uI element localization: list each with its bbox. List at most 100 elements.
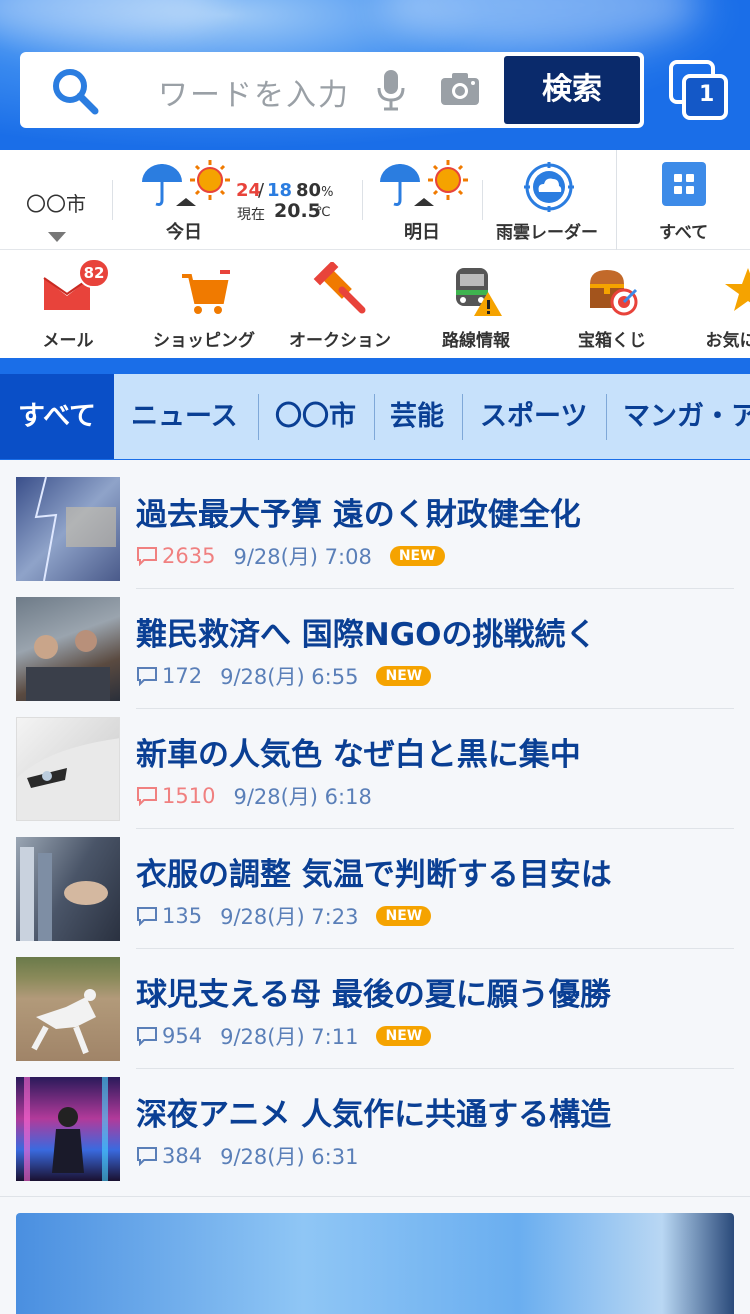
news-thumbnail [16,837,120,941]
train-alert-icon [456,268,502,316]
service-shopping[interactable]: ショッピング [136,250,272,358]
divider [0,1196,750,1197]
news-meta: 1510 9/28(月) 6:18 [136,783,372,809]
divider-band [0,358,750,374]
search-input[interactable]: ワードを入力 [158,70,350,114]
comment-count: 384 [162,1144,203,1168]
news-meta: 135 9/28(月) 7:23 NEW [136,903,432,929]
service-label: 路線情報 [442,331,510,351]
service-label: メール [42,331,94,351]
news-meta: 2635 9/28(月) 7:08 NEW [136,543,445,569]
comment-icon [137,787,157,806]
news-title: 衣服の調整 気温で判断する目安は [136,857,612,893]
unread-badge: 82 [78,258,110,288]
grid-icon [662,162,706,206]
header: ワードを入力 検索 1 [0,0,750,150]
news-title: 新車の人気色 なぜ白と黒に集中 [136,737,581,773]
category-tabs: すべて ニュース 〇〇市 芸能 スポーツ マンガ・アニメ [0,374,750,460]
chevron-down-icon [48,232,66,242]
today-low: 18 [267,180,293,201]
news-list: 過去最大予算 遠のく財政健全化 2635 9/28(月) 7:08 NEW 難民… [0,461,750,1197]
precip-chance: 80% [296,180,334,201]
comment-icon [137,667,157,686]
tab-all[interactable]: すべて [0,374,114,459]
news-date: 9/28(月) 7:08 [233,545,372,569]
divider [362,180,363,220]
news-thumbnail [16,717,120,821]
tab-divider [462,394,463,440]
tab-city[interactable]: 〇〇市 [275,374,356,459]
comment-icon [137,1027,157,1046]
news-item[interactable]: 過去最大予算 遠のく財政健全化 2635 9/28(月) 7:08 NEW [0,461,750,589]
service-label: お気に入り [705,331,750,351]
news-title: 深夜アニメ 人気作に共通する構造 [136,1097,612,1133]
comment-count: 135 [162,904,203,928]
service-transit[interactable]: 路線情報 [408,250,544,358]
new-badge: NEW [376,1026,432,1046]
rain-radar-label: 雨雲レーダー [496,223,598,243]
microphone-icon[interactable] [375,68,407,112]
service-auction[interactable]: オークション [272,250,408,358]
news-date: 9/28(月) 6:31 [220,1145,359,1169]
tab-divider [258,394,259,440]
now-temp: 20.5 [274,200,321,222]
tab-divider [606,394,607,440]
tab-entertainment[interactable]: 芸能 [390,374,444,459]
service-shortcuts: 82 メール ショッピング オークション 路線情報 宝箱くじ お気に [0,250,750,358]
comment-icon [137,1147,157,1166]
service-label: ショッピング [153,331,255,351]
tomorrow-label: 明日 [404,222,440,243]
news-date: 9/28(月) 6:18 [233,785,372,809]
news-date: 9/28(月) 6:55 [220,665,359,689]
now-label: 現在 [237,207,265,223]
service-label: 宝箱くじ [578,331,646,351]
star-icon [725,268,750,311]
news-meta: 384 9/28(月) 6:31 [136,1143,358,1169]
news-date: 9/28(月) 7:23 [220,905,359,929]
news-thumbnail [16,477,120,581]
portal-page: ワードを入力 検索 1 〇〇市 今日 24 / 18 80% 現在 20.5 ℃… [0,0,750,1314]
service-mail[interactable]: 82 メール [0,250,136,358]
news-meta: 172 9/28(月) 6:55 NEW [136,663,432,689]
camera-icon[interactable] [440,72,480,106]
search-box[interactable]: ワードを入力 検索 [20,52,644,128]
news-item[interactable]: 難民救済へ 国際NGOの挑戦続く 172 9/28(月) 6:55 NEW [0,581,750,709]
news-title: 難民救済へ 国際NGOの挑戦続く [136,617,597,653]
new-badge: NEW [376,666,432,686]
tab-sports[interactable]: スポーツ [480,374,587,459]
umbrella-sun-icon [380,160,468,206]
search-button[interactable]: 検索 [504,56,640,124]
service-label: オークション [289,331,391,351]
news-title: 球児支える母 最後の夏に願う優勝 [136,977,611,1013]
service-favorites[interactable]: お気に入り [680,250,750,358]
service-lottery[interactable]: 宝箱くじ [544,250,680,358]
new-badge: NEW [376,906,432,926]
all-label: すべて [659,223,709,243]
news-meta: 954 9/28(月) 7:11 NEW [136,1023,432,1049]
tab-manga-anime[interactable]: マンガ・アニメ [623,374,750,459]
rain-radar-icon [524,162,574,212]
comment-count: 172 [162,664,203,688]
treasure-chest-icon [590,270,638,316]
tab-news[interactable]: ニュース [131,374,238,459]
news-item[interactable]: 新車の人気色 なぜ白と黒に集中 1510 9/28(月) 6:18 [0,701,750,829]
umbrella-sun-icon [142,160,230,206]
news-date: 9/28(月) 7:11 [220,1025,359,1049]
divider [112,180,113,220]
comment-icon [137,907,157,926]
gavel-icon [313,262,366,314]
news-item[interactable]: 深夜アニメ 人気作に共通する構造 384 9/28(月) 6:31 [0,1061,750,1181]
news-item[interactable]: 衣服の調整 気温で判断する目安は 135 9/28(月) 7:23 NEW [0,821,750,949]
divider [482,180,483,220]
search-icon[interactable] [50,66,100,116]
news-item[interactable]: 球児支える母 最後の夏に願う優勝 954 9/28(月) 7:11 NEW [0,941,750,1069]
comment-icon [137,547,157,566]
comment-count: 2635 [162,544,216,568]
divider [616,150,617,250]
browser-tabs-icon[interactable]: 1 [668,60,730,122]
news-thumbnail [16,597,120,701]
news-thumbnail [16,1077,120,1181]
temp-separator: / [258,180,265,201]
promo-banner[interactable] [16,1213,734,1314]
new-badge: NEW [389,546,445,566]
